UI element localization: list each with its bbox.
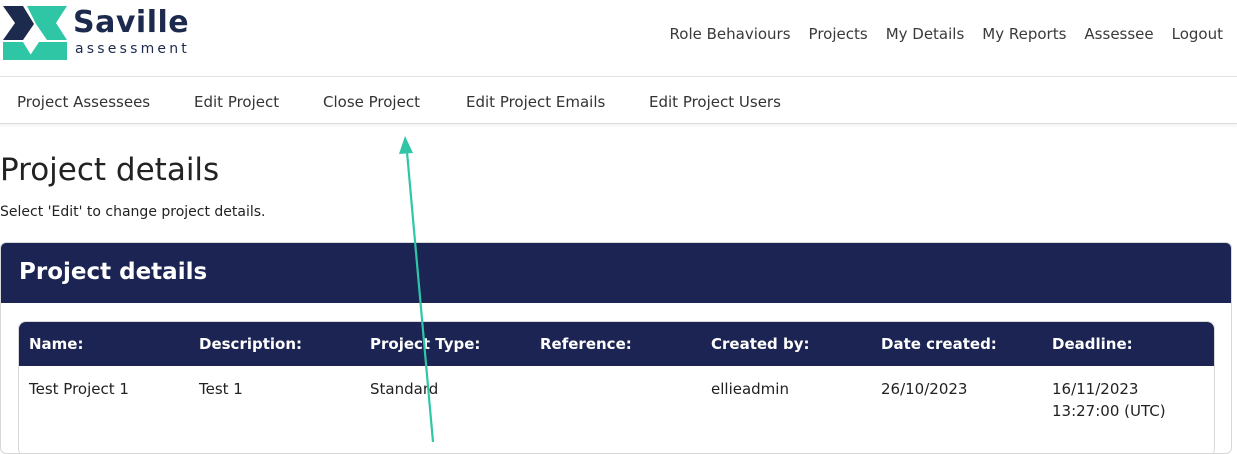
cell-created-by: ellieadmin	[711, 380, 789, 398]
page-title: Project details	[0, 152, 220, 188]
subnav-close-project[interactable]: Close Project	[323, 92, 420, 112]
cell-project-type: Standard	[370, 380, 439, 398]
project-details-table: Name: Description: Project Type: Referen…	[19, 322, 1214, 453]
subnav-edit-project-users[interactable]: Edit Project Users	[649, 92, 781, 112]
cell-description: Test 1	[199, 380, 243, 398]
card-title: Project details	[19, 259, 208, 285]
cell-name: Test Project 1	[29, 380, 129, 398]
table-header-row: Name: Description: Project Type: Referen…	[19, 322, 1214, 366]
subnav-project-assessees[interactable]: Project Assessees	[17, 92, 150, 112]
top-navigation: Role Behaviours Projects My Details My R…	[652, 24, 1223, 44]
column-header-project-type: Project Type:	[360, 322, 530, 366]
nav-role-behaviours[interactable]: Role Behaviours	[670, 24, 791, 44]
deadline-time: 13:27:00 (UTC)	[1052, 402, 1166, 420]
brand-name: Saville	[73, 5, 190, 40]
project-details-card: Project details Name: Description: Proje…	[0, 242, 1232, 454]
nav-my-reports[interactable]: My Reports	[982, 24, 1066, 44]
nav-assessee[interactable]: Assessee	[1084, 24, 1153, 44]
subnav-edit-project-emails[interactable]: Edit Project Emails	[466, 92, 605, 112]
column-header-created-by: Created by:	[701, 322, 871, 366]
nav-projects[interactable]: Projects	[809, 24, 868, 44]
cell-date-created: 26/10/2023	[881, 380, 968, 398]
project-sub-navigation: Project Assessees Edit Project Close Pro…	[0, 77, 1237, 124]
card-header: Project details	[1, 243, 1231, 303]
column-header-deadline: Deadline:	[1042, 322, 1214, 366]
page-subtitle: Select 'Edit' to change project details.	[0, 204, 266, 220]
table-row: Test Project 1 Test 1 Standard ellieadmi…	[19, 366, 1214, 453]
subnav-edit-project[interactable]: Edit Project	[194, 92, 279, 112]
cell-deadline: 16/11/2023 13:27:00 (UTC)	[1042, 366, 1214, 453]
project-details-table-wrapper: Name: Description: Project Type: Referen…	[18, 321, 1215, 453]
deadline-date: 16/11/2023	[1052, 380, 1139, 398]
column-header-date-created: Date created:	[871, 322, 1042, 366]
brand-subtitle: assessment	[75, 41, 190, 57]
saville-logo-icon[interactable]	[3, 4, 69, 62]
nav-logout[interactable]: Logout	[1172, 24, 1223, 44]
cell-reference	[530, 366, 701, 453]
column-header-reference: Reference:	[530, 322, 701, 366]
column-header-name: Name:	[19, 322, 189, 366]
nav-my-details[interactable]: My Details	[886, 24, 965, 44]
column-header-description: Description:	[189, 322, 360, 366]
top-bar: Saville assessment Role Behaviours Proje…	[0, 0, 1237, 77]
